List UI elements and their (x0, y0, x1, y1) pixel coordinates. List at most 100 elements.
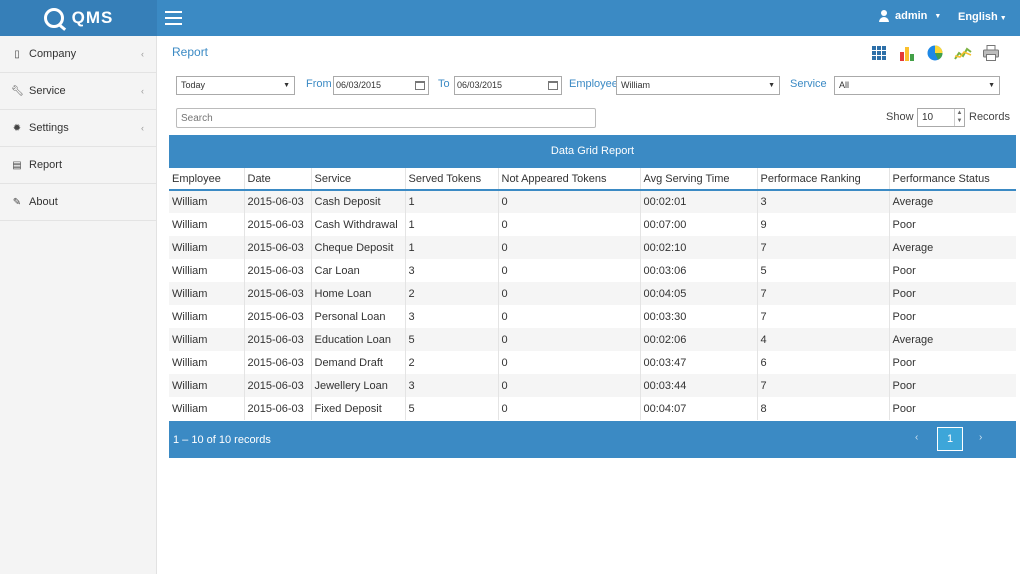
line-chart-icon[interactable] (954, 44, 972, 62)
sidebar-item-report[interactable]: ▤ Report (0, 147, 156, 184)
sidebar-item-label: Settings (29, 122, 69, 134)
cell-served-tokens: 2 (405, 282, 499, 305)
cell-performance-status: Average (889, 236, 1016, 259)
sidebar-item-label: About (29, 196, 58, 208)
table-row[interactable]: William 2015-06-03 Education Loan 5 0 00:02:0… (169, 328, 1016, 351)
column-header-not-appeared-tokens[interactable]: Not Appeared Tokens (498, 168, 641, 191)
search-input[interactable] (176, 108, 596, 128)
cell-service: Car Loan (311, 259, 406, 282)
cell-employee: William (169, 351, 245, 374)
breadcrumb[interactable]: Report (172, 45, 208, 59)
chevron-right-icon[interactable]: › (979, 432, 982, 443)
cell-employee: William (169, 282, 245, 305)
table-row[interactable]: William 2015-06-03 Cash Deposit 1 0 00:02:01 3… (169, 190, 1016, 213)
table-row[interactable]: William 2015-06-03 Cash Withdrawal 1 0 00:07:… (169, 213, 1016, 236)
bar-chart-icon[interactable] (898, 44, 916, 62)
spinner-icon[interactable]: ▲ ▼ (954, 109, 964, 126)
to-date-field[interactable]: 06/03/2015 (454, 76, 562, 95)
table-row[interactable]: William 2015-06-03 Cheque Deposit 1 0 00:02:1… (169, 236, 1016, 259)
column-header-performance-status[interactable]: Performance Status (889, 168, 1016, 191)
calendar-icon[interactable] (415, 81, 425, 90)
column-header-employee[interactable]: Employee (169, 168, 245, 191)
sidebar-item-settings[interactable]: ✹ Settings ‹ (0, 110, 156, 147)
user-menu[interactable]: admin ▼ (878, 10, 941, 22)
grid-title: Data Grid Report (169, 135, 1016, 168)
column-header-performance-ranking[interactable]: Performace Ranking (757, 168, 890, 191)
grid-footer: 1 – 10 of 10 records ‹ 1 › (169, 421, 1016, 458)
chevron-left-icon[interactable]: ‹ (915, 432, 918, 443)
user-name: admin (895, 10, 928, 22)
caret-down-icon: ▼ (934, 12, 942, 20)
sidebar-item-about[interactable]: ✎ About (0, 184, 156, 221)
from-date-value: 06/03/2015 (336, 80, 382, 90)
sidebar-item-label: Company (29, 48, 77, 60)
cell-performance-ranking: 4 (757, 328, 890, 351)
service-select[interactable]: All ▼ (834, 76, 1000, 95)
grid-view-icon[interactable] (870, 44, 888, 62)
report-toolbar (870, 44, 1000, 62)
cell-performance-status: Poor (892, 264, 916, 277)
language-label: English (958, 11, 998, 23)
menu-toggle-icon[interactable] (165, 11, 182, 25)
cell-performance-ranking: 8 (757, 397, 890, 420)
cell-avg-serving-time: 00:03:06 (640, 259, 758, 282)
table-row[interactable]: William 2015-06-03 Jewellery Loan 3 0 00:03:4… (169, 374, 1016, 397)
cell-date: 2015-06-03 (244, 351, 312, 374)
column-header-service[interactable]: Service (311, 168, 406, 191)
from-date-field[interactable]: 06/03/2015 (333, 76, 429, 95)
employee-select[interactable]: William ▼ (616, 76, 780, 95)
table-row[interactable]: William 2015-06-03 Personal Loan 3 0 00:03:30… (169, 305, 1016, 328)
cell-served-tokens: 1 (405, 190, 499, 213)
cell-performance-status: Poor (892, 402, 916, 415)
column-header-avg-serving-time[interactable]: Avg Serving Time (640, 168, 758, 191)
cell-performance-status: Poor (892, 218, 916, 231)
cell-avg-serving-time: 00:02:06 (640, 328, 758, 351)
period-select[interactable]: Today ▼ (176, 76, 295, 95)
page-size-select[interactable]: 10 ▲ ▼ (917, 108, 965, 127)
cell-date: 2015-06-03 (244, 282, 312, 305)
service-value: All (839, 80, 850, 90)
table-row[interactable]: William 2015-06-03 Fixed Deposit 5 0 00:04:07… (169, 397, 1016, 420)
cell-service: Demand Draft (311, 351, 406, 374)
print-icon[interactable] (982, 44, 1000, 62)
logo[interactable]: QMS (0, 0, 157, 36)
sidebar-item-label: Service (29, 85, 66, 97)
column-header-served-tokens[interactable]: Served Tokens (405, 168, 499, 191)
edit-icon: ✎ (12, 196, 22, 208)
pie-chart-icon[interactable] (926, 44, 944, 62)
table-row[interactable]: William 2015-06-03 Demand Draft 2 0 00:03:47 6… (169, 351, 1016, 374)
cell-service: Jewellery Loan (311, 374, 406, 397)
sidebar-item-company[interactable]: ▯ Company ‹ (0, 36, 156, 73)
calendar-icon[interactable] (548, 81, 558, 90)
sidebar-item-service[interactable]: 🔧︎ Service ‹ (0, 73, 156, 110)
cell-employee: William (169, 236, 245, 259)
table-row[interactable]: William 2015-06-03 Home Loan 2 0 00:04:05 7 Poo… (169, 282, 1016, 305)
cell-service: Education Loan (311, 328, 406, 351)
cell-performance-status: Average (889, 190, 1016, 213)
cell-avg-serving-time: 00:03:47 (640, 351, 758, 374)
cell-employee: William (169, 213, 245, 236)
cell-employee: William (169, 190, 245, 213)
gear-icon: ✹ (12, 122, 22, 134)
cell-avg-serving-time: 00:07:00 (640, 213, 758, 236)
cell-performance-status: Poor (892, 356, 916, 369)
cell-avg-serving-time: 00:04:07 (640, 397, 758, 420)
cell-service: Fixed Deposit (311, 397, 406, 420)
report-icon: ▤ (12, 159, 22, 171)
cell-employee: William (169, 397, 245, 420)
cell-not-appeared-tokens: 0 (498, 351, 641, 374)
cell-performance-status: Average (889, 328, 1016, 351)
employee-label: Employee (569, 78, 618, 90)
table-row[interactable]: William 2015-06-03 Car Loan 3 0 00:03:06 5 Poor (169, 259, 1016, 282)
column-header-date[interactable]: Date (244, 168, 312, 191)
cell-performance-ranking: 3 (757, 190, 890, 213)
page-button[interactable]: 1 (937, 427, 963, 451)
cell-served-tokens: 5 (405, 328, 499, 351)
cell-served-tokens: 1 (405, 213, 499, 236)
language-menu[interactable]: English ▼ (958, 11, 1007, 23)
cell-employee: William (169, 259, 245, 282)
cell-not-appeared-tokens: 0 (498, 259, 641, 282)
cell-not-appeared-tokens: 0 (498, 190, 641, 213)
cell-service: Cash Withdrawal (311, 213, 406, 236)
cell-avg-serving-time: 00:03:30 (640, 305, 758, 328)
